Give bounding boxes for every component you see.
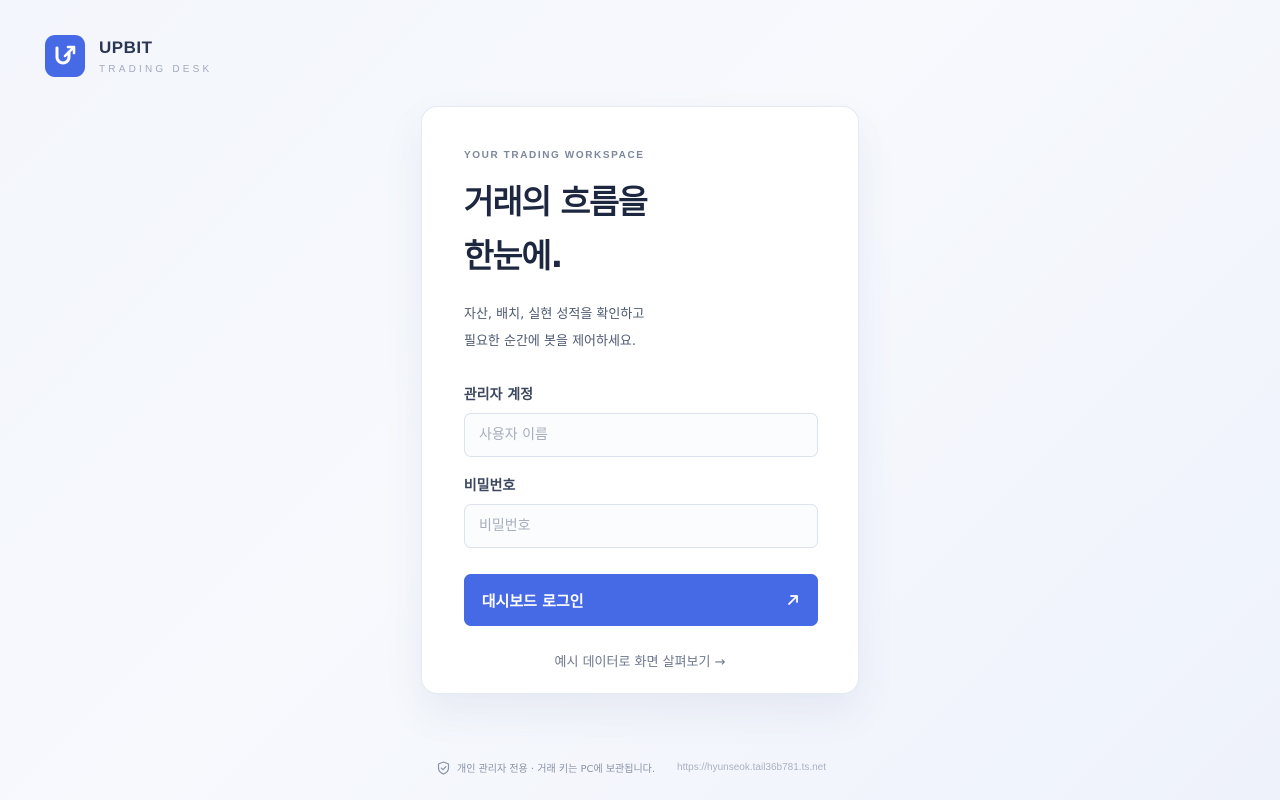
password-label: 비밀번호 [464, 478, 516, 494]
arrow-up-right-icon [788, 595, 798, 605]
headline-line-1: 거래의 흐름을 [464, 182, 649, 221]
demo-data-link[interactable]: 예시 데이터로 화면 살펴보기 → [464, 651, 816, 670]
footer: 개인 관리자 전용 · 거래 키는 PC에 보관됩니다. https://hyu… [437, 760, 826, 775]
card-headline: 거래의 흐름을 한눈에. [464, 175, 816, 283]
brand-text: UPBIT TRADING DESK [99, 38, 212, 75]
description-line-2: 필요한 순간에 봇을 제어하세요. [464, 334, 637, 349]
arrow-up-right-icon [55, 45, 76, 65]
brand-logo [45, 35, 85, 77]
password-input[interactable] [464, 504, 818, 548]
description-line-1: 자산, 배치, 실현 성적을 확인하고 [464, 307, 645, 322]
shield-check-icon [437, 760, 450, 775]
username-label: 관리자 계정 [464, 387, 534, 403]
username-input[interactable] [464, 413, 818, 457]
dashboard-login-button[interactable]: 대시보드 로그인 [464, 574, 818, 626]
card-description: 자산, 배치, 실현 성적을 확인하고 필요한 순간에 봇을 제어하세요. [464, 301, 816, 355]
brand-subtitle: TRADING DESK [99, 63, 213, 75]
footer-url: https://hyunseok.tail36b781.ts.net [677, 762, 827, 773]
brand-name: UPBIT [99, 37, 153, 57]
card-eyebrow: YOUR TRADING WORKSPACE [464, 150, 645, 161]
login-button-label: 대시보드 로그인 [482, 591, 584, 610]
headline-line-2: 한눈에. [464, 236, 563, 275]
login-card: YOUR TRADING WORKSPACE 거래의 흐름을 한눈에. 자산, … [421, 106, 859, 694]
brand: UPBIT TRADING DESK [45, 35, 212, 77]
footer-notice: 개인 관리자 전용 · 거래 키는 PC에 보관됩니다. [457, 764, 656, 775]
